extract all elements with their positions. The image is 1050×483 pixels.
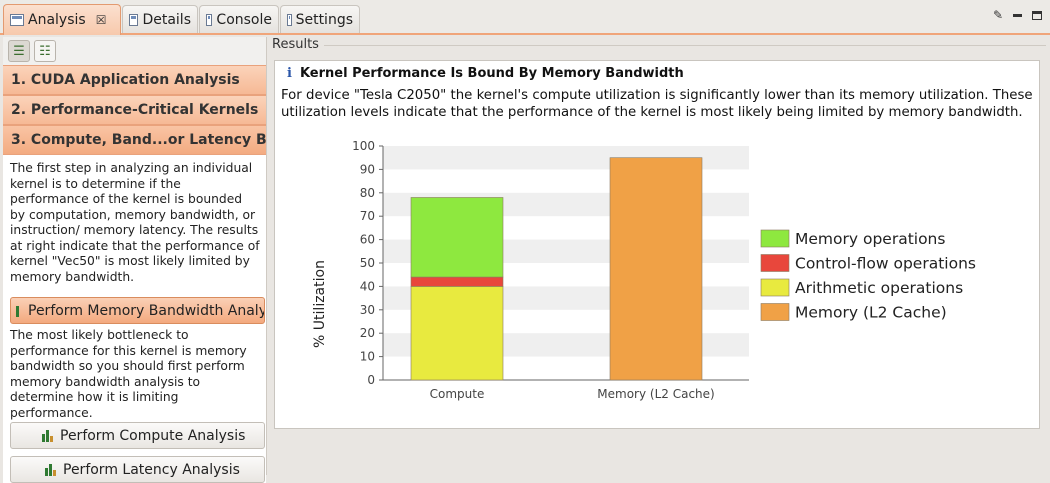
y-tick-label: 10 (360, 350, 375, 364)
results-label: Results (272, 37, 323, 52)
console-view-icon (206, 13, 213, 26)
legend-label: Memory operations (795, 230, 945, 248)
utilization-chart: 0 10 20 30 40 50 60 70 80 90 100 Compute Memory (L2… (312, 141, 976, 401)
y-tick-label: 0 (367, 373, 375, 387)
tab-analysis[interactable]: Analysis ☒ (3, 4, 121, 35)
section-performance-critical-kernels[interactable]: 2. Performance-Critical Kernels (3, 95, 266, 125)
bar-arithmetic-operations (410, 286, 504, 381)
info-icon: i (287, 66, 292, 81)
tab-details[interactable]: Details (122, 5, 198, 33)
analysis-view-icon (10, 14, 24, 26)
guided-analysis-toggle-icon[interactable]: ☰ (8, 40, 30, 62)
y-tick-label: 90 (360, 162, 375, 176)
latency-button-label: Perform Latency Analysis (63, 461, 240, 478)
legend-swatch (760, 229, 790, 248)
legend-label: Arithmetic operations (795, 279, 963, 297)
legend-label: Control-flow operations (795, 255, 976, 273)
memory-bandwidth-analysis-button[interactable]: Perform Memory Bandwidth Analysis (10, 297, 265, 324)
legend-label: Memory (L2 Cache) (795, 304, 947, 322)
y-tick-label: 80 (360, 186, 375, 200)
unguided-analysis-toggle-icon[interactable]: ☷ (34, 40, 56, 62)
close-tab-icon[interactable]: ☒ (96, 13, 107, 27)
run-analysis-icon (13, 304, 23, 318)
analysis-guide-panel: ☰ ☷ 1. CUDA Application Analysis 2. Perf… (3, 37, 267, 483)
results-group-border (324, 45, 1046, 46)
result-title: i Kernel Performance Is Bound By Memory … (287, 66, 684, 81)
section-content: The first step in analyzing an individua… (3, 155, 266, 483)
bar-memory-operations (410, 197, 504, 278)
tab-console-label: Console (216, 11, 272, 28)
y-tick-label: 60 (360, 233, 375, 247)
tab-details-label: Details (142, 11, 191, 28)
section-compute-bandwidth-latency[interactable]: 3. Compute, Band...or Latency Bound (3, 125, 266, 155)
results-content: i Kernel Performance Is Bound By Memory … (274, 60, 1040, 429)
latency-analysis-button[interactable]: Perform Latency Analysis (10, 456, 265, 483)
y-tick-label: 20 (360, 326, 375, 340)
latency-analysis-icon (44, 463, 58, 477)
x-tick-label: Compute (430, 387, 485, 401)
tab-analysis-label: Analysis (28, 12, 86, 28)
bar-memory-l2-cache- (609, 157, 703, 381)
minimize-icon[interactable] (1013, 13, 1022, 17)
section-cuda-application-analysis[interactable]: 1. CUDA Application Analysis (3, 65, 266, 95)
compute-analysis-icon (41, 429, 55, 443)
tab-settings-label: Settings (295, 11, 353, 28)
legend-swatch (760, 254, 790, 272)
view-menu-icon[interactable]: ✎ (993, 8, 1003, 22)
intro-text: The first step in analyzing an individua… (3, 155, 266, 297)
settings-view-icon (287, 13, 292, 26)
x-tick-label: Memory (L2 Cache) (597, 387, 714, 401)
y-tick-label: 50 (360, 256, 375, 270)
details-view-icon (129, 13, 139, 26)
y-tick-label: 70 (360, 209, 375, 223)
view-window-controls: ✎ (993, 8, 1042, 22)
tab-settings[interactable]: Settings (280, 5, 360, 33)
legend-swatch (760, 303, 790, 321)
result-title-text: Kernel Performance Is Bound By Memory Ba… (299, 66, 684, 81)
y-tick-label: 100 (352, 141, 375, 153)
bottleneck-text: The most likely bottleneck to performanc… (3, 324, 266, 422)
memory-bandwidth-button-label: Perform Memory Bandwidth Analysis (28, 302, 265, 319)
tab-console[interactable]: Console (199, 5, 279, 33)
compute-button-label: Perform Compute Analysis (60, 427, 246, 444)
y-axis-label: % Utilization (312, 260, 328, 348)
guide-toolbar: ☰ ☷ (3, 37, 266, 65)
compute-analysis-button[interactable]: Perform Compute Analysis (10, 422, 265, 449)
result-description: For device "Tesla C2050" the kernel's co… (281, 88, 1033, 120)
maximize-icon[interactable] (1032, 10, 1042, 20)
y-tick-label: 40 (360, 279, 375, 293)
y-tick-label: 30 (360, 303, 375, 317)
legend-swatch (760, 278, 790, 297)
results-group: Results i Kernel Performance Is Bound By… (269, 37, 1046, 437)
editor-tab-bar: Analysis ☒ Details Console Settings ✎ (0, 0, 1050, 35)
bar-control-flow-operations (410, 276, 504, 287)
